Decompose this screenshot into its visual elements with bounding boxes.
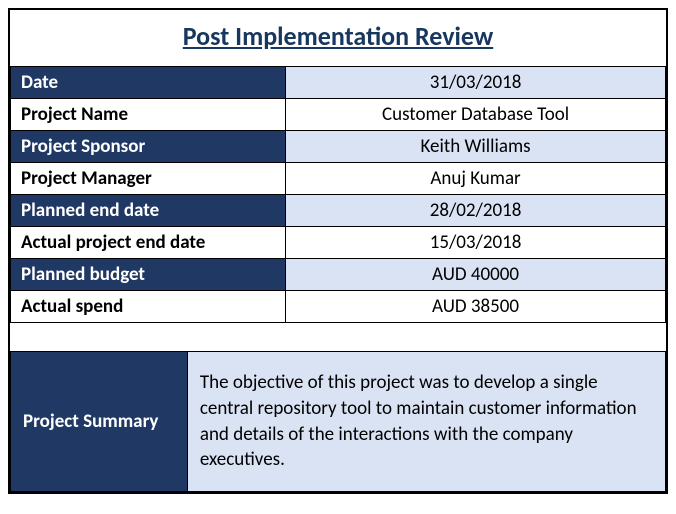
table-row: Project Sponsor Keith Williams	[11, 131, 666, 163]
spacer	[10, 323, 666, 351]
row-value: Anuj Kumar	[286, 163, 666, 195]
row-label: Planned budget	[11, 259, 286, 291]
row-value: Keith Williams	[286, 131, 666, 163]
table-row: Actual project end date 15/03/2018	[11, 227, 666, 259]
title-row: Post Implementation Review	[10, 10, 666, 66]
table-row: Actual spend AUD 38500	[11, 291, 666, 323]
table-row: Project Manager Anuj Kumar	[11, 163, 666, 195]
document-frame: Post Implementation Review Date 31/03/20…	[8, 8, 668, 494]
table-row: Planned end date 28/02/2018	[11, 195, 666, 227]
row-value: 15/03/2018	[286, 227, 666, 259]
summary-label: Project Summary	[11, 352, 188, 492]
row-label: Project Manager	[11, 163, 286, 195]
row-value: 28/02/2018	[286, 195, 666, 227]
summary-table: Project Summary The objective of this pr…	[10, 351, 666, 492]
row-label: Date	[11, 67, 286, 99]
row-label: Project Name	[11, 99, 286, 131]
table-row: Project Name Customer Database Tool	[11, 99, 666, 131]
row-value: AUD 40000	[286, 259, 666, 291]
row-label: Actual project end date	[11, 227, 286, 259]
row-value: Customer Database Tool	[286, 99, 666, 131]
table-row: Planned budget AUD 40000	[11, 259, 666, 291]
row-label: Project Sponsor	[11, 131, 286, 163]
row-label: Planned end date	[11, 195, 286, 227]
table-row: Date 31/03/2018	[11, 67, 666, 99]
page-title: Post Implementation Review	[183, 20, 493, 52]
row-value: AUD 38500	[286, 291, 666, 323]
row-value: 31/03/2018	[286, 67, 666, 99]
info-table: Date 31/03/2018 Project Name Customer Da…	[10, 66, 666, 323]
summary-body: The objective of this project was to dev…	[187, 352, 665, 492]
row-label: Actual spend	[11, 291, 286, 323]
summary-row: Project Summary The objective of this pr…	[11, 352, 666, 492]
